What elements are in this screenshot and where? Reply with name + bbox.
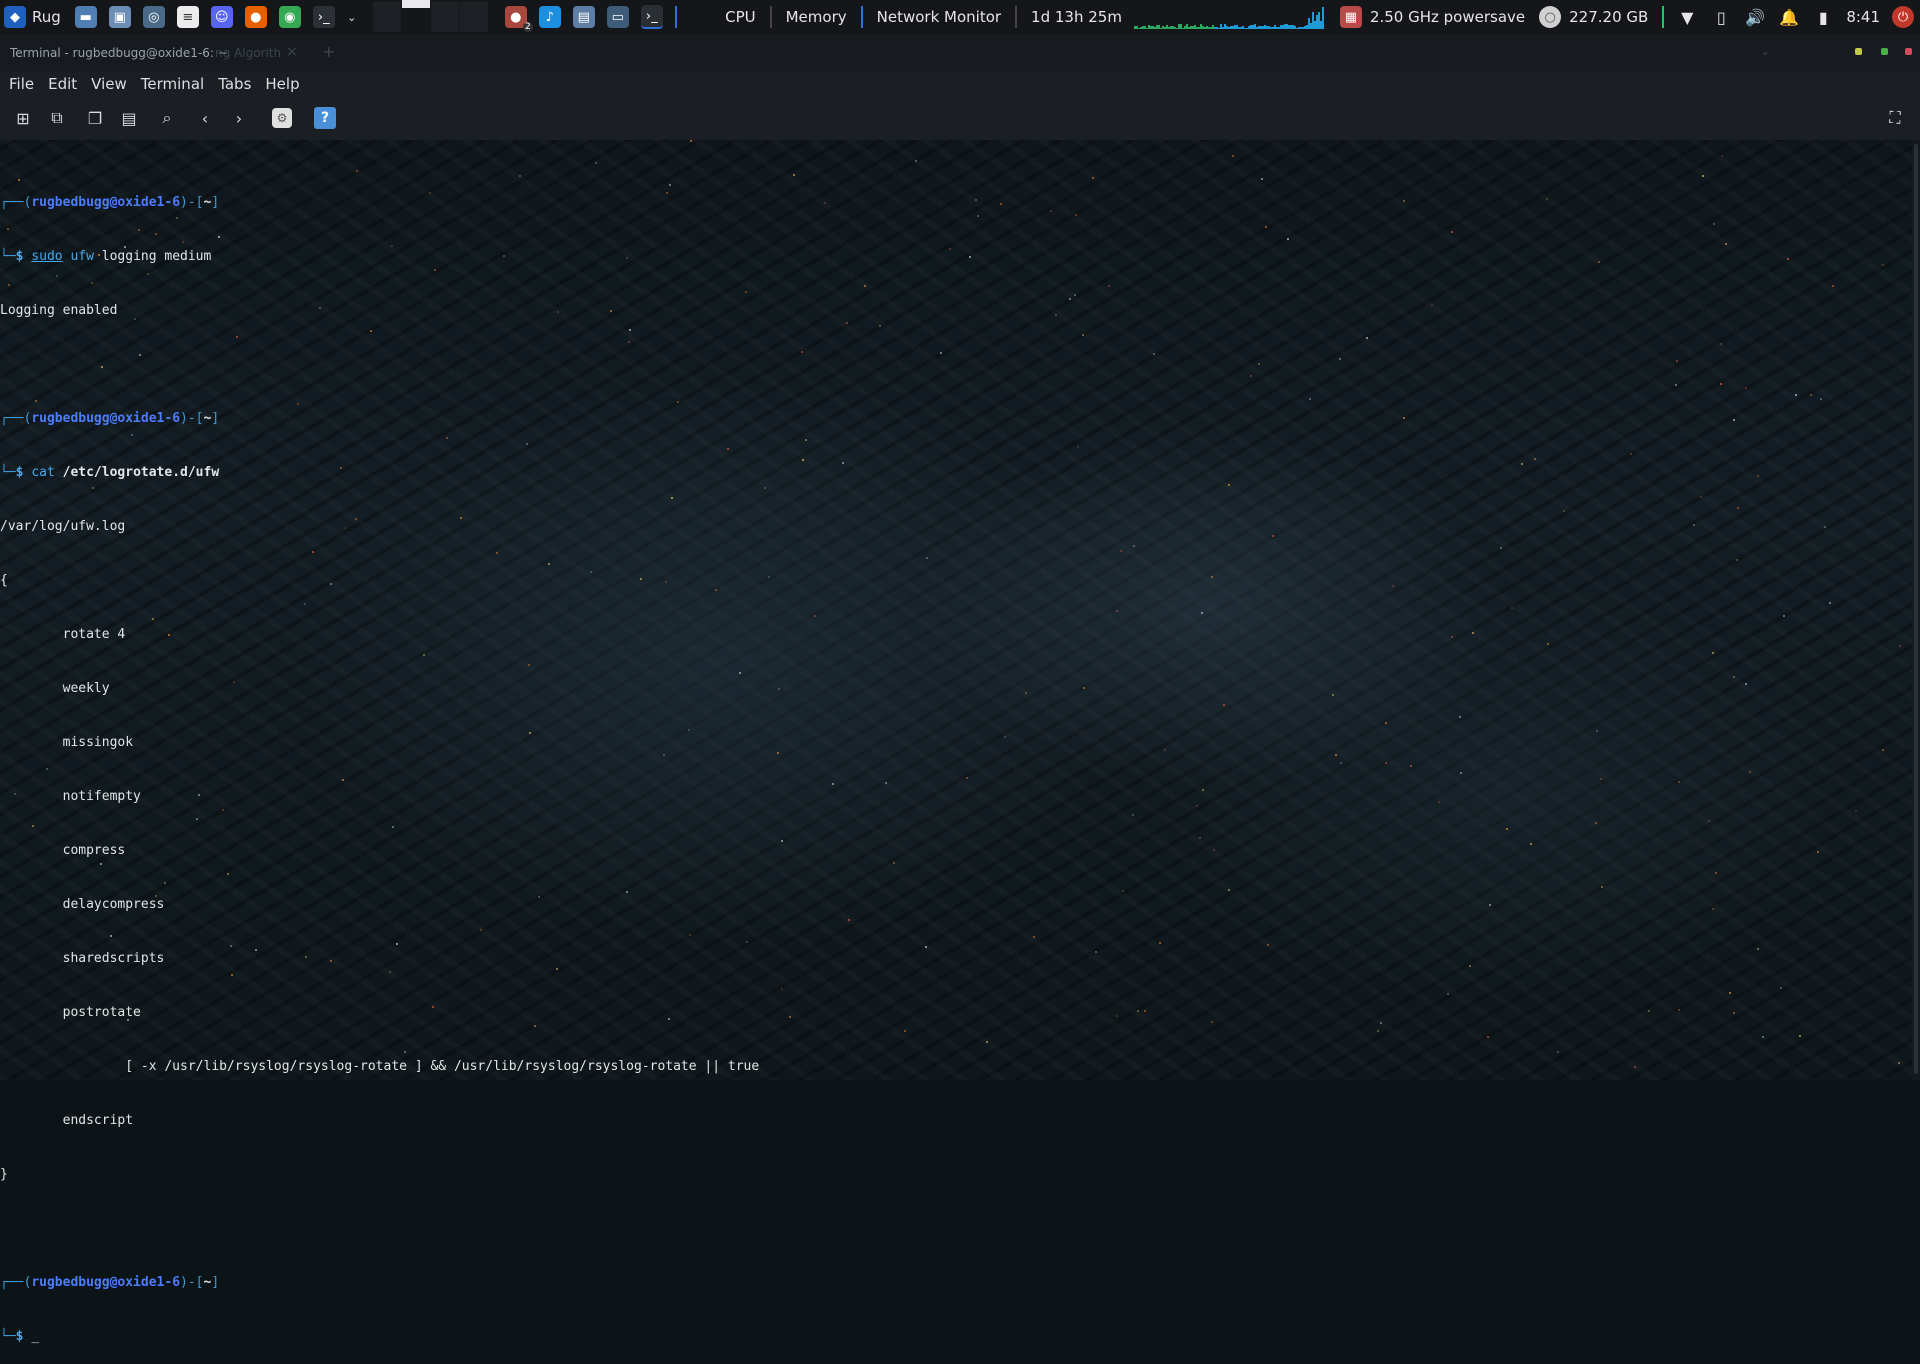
chrome-icon[interactable]: ◉	[278, 6, 301, 28]
folder-icon[interactable]: ▭	[606, 6, 629, 28]
workspace-3[interactable]	[430, 2, 459, 32]
window-title: Terminal - rugbedbugg@oxide1-6: ~	[10, 46, 228, 60]
prompt-line: ┌──(rugbedbugg@oxide1-6)-[~]	[0, 1275, 220, 1290]
prompt-line: ┌──(rugbedbugg@oxide1-6)-[~]	[0, 195, 220, 210]
disk-free-label[interactable]: 227.20 GB	[1569, 8, 1648, 26]
files-icon[interactable]: ▬	[74, 6, 97, 28]
scrollbar-thumb[interactable]	[1914, 144, 1918, 1074]
new-window-icon[interactable]: ⧉	[46, 107, 68, 129]
command-line: └─$ cat /etc/logrotate.d/ufw	[0, 465, 220, 480]
cpu-freq-icon: ▦	[1339, 6, 1362, 28]
output-line: delaycompress	[0, 897, 165, 912]
uptime-label: 1d 13h 25m	[1031, 8, 1122, 26]
chevron-down-icon[interactable]: ⌄	[341, 6, 363, 28]
output-line: }	[0, 1167, 8, 1182]
output-line: compress	[0, 843, 126, 858]
city-light	[1232, 155, 1234, 157]
network-graph	[1133, 3, 1334, 31]
output-line: Logging enabled	[0, 303, 118, 318]
city-light	[1721, 155, 1723, 157]
top-panel: ◆ Rug ▬ ▣ ◎ ≡ ☺ ● ◉ ›_ ⌄ ● 2 ♪ ▤ ▭ ›_ CPU…	[0, 0, 1920, 35]
help-icon[interactable]: ?	[314, 107, 336, 129]
clock[interactable]: 8:41	[1846, 8, 1880, 26]
cpu-freq-label[interactable]: 2.50 GHz powersave	[1370, 8, 1525, 26]
output-line: /var/log/ufw.log	[0, 519, 126, 534]
menu-terminal[interactable]: Terminal	[141, 75, 204, 93]
menu-file[interactable]: File	[9, 75, 34, 93]
output-line: sharedscripts	[0, 951, 165, 966]
clipboard-icon[interactable]: ▯	[1710, 6, 1732, 28]
workspace-switcher[interactable]	[372, 0, 489, 32]
output-line: rotate 4	[0, 627, 126, 642]
terminal-output[interactable]: ┌──(rugbedbugg@oxide1-6)-[~] └─$ sudo uf…	[0, 158, 1900, 1364]
output-line: missingok	[0, 735, 134, 750]
wifi-icon[interactable]: ▼	[1676, 6, 1698, 28]
output-line: {	[0, 573, 8, 588]
disk-bar	[1662, 6, 1665, 28]
scrollbar[interactable]	[1912, 140, 1920, 1080]
window-titlebar[interactable]: Terminal - rugbedbugg@oxide1-6: ~ ng Alg…	[0, 34, 1920, 72]
paste-icon[interactable]: ▤	[118, 107, 140, 129]
taskbar-app-icon[interactable]: ● 2	[504, 6, 533, 32]
memory-bar	[860, 6, 863, 28]
city-light	[690, 140, 692, 142]
bell-icon[interactable]: 🔔	[1778, 6, 1800, 28]
app-menu-icon[interactable]: ◆	[4, 6, 26, 28]
power-icon[interactable]: ⏻	[1892, 6, 1914, 28]
output-line: [ -x /usr/lib/rsyslog/rsyslog-rotate ] &…	[0, 1059, 760, 1074]
close-button[interactable]	[1905, 48, 1912, 55]
fullscreen-icon[interactable]: ⛶	[1884, 107, 1906, 129]
output-line: endscript	[0, 1113, 134, 1128]
background-tab-label: ng Algorith	[215, 46, 282, 60]
input-line[interactable]: └─$ _	[0, 1328, 1900, 1346]
menu-help[interactable]: Help	[265, 75, 299, 93]
terminal-launcher-icon[interactable]: ›_	[312, 6, 335, 28]
notification-badge: 2	[523, 22, 533, 32]
cpu-bar	[769, 6, 772, 28]
menu-view[interactable]: View	[91, 75, 127, 93]
browser-icon[interactable]: ▣	[108, 6, 131, 28]
terminal-taskbar-icon[interactable]: ›_	[640, 5, 663, 29]
prompt-line: ┌──(rugbedbugg@oxide1-6)-[~]	[0, 411, 220, 426]
music-icon[interactable]: ♪	[538, 6, 561, 28]
copy-icon[interactable]: ❐	[84, 107, 106, 129]
screenshot-icon[interactable]: ◎	[142, 6, 165, 28]
battery-icon[interactable]: ▮	[1812, 6, 1834, 28]
app-menu-label[interactable]: Rug	[32, 8, 61, 26]
maximize-button[interactable]	[1881, 48, 1888, 55]
network-bar	[1015, 6, 1018, 28]
notes-icon[interactable]: ≡	[176, 6, 199, 28]
next-icon[interactable]: ›	[228, 107, 250, 129]
close-tab-icon[interactable]: ×	[286, 44, 298, 60]
minimize-button[interactable]	[1855, 48, 1862, 55]
new-tab-icon[interactable]: +	[322, 42, 335, 61]
previous-icon[interactable]: ‹	[194, 107, 216, 129]
document-viewer-icon[interactable]: ▤	[572, 6, 595, 28]
output-line: weekly	[0, 681, 110, 696]
settings-icon[interactable]: ⚙	[272, 108, 292, 128]
menu-tabs[interactable]: Tabs	[218, 75, 251, 93]
disk-icon: ○	[1539, 6, 1562, 28]
new-tab-icon[interactable]: ⊞	[12, 107, 34, 129]
taskbar-separator	[674, 6, 677, 28]
menu-bar: File Edit View Terminal Tabs Help	[0, 72, 1920, 96]
output-line: notifempty	[0, 789, 141, 804]
discord-icon[interactable]: ☺	[210, 6, 233, 28]
command-line: └─$ sudo ufw logging medium	[0, 249, 212, 264]
network-graph-bar	[1321, 6, 1324, 29]
chevron-down-icon[interactable]: ⌄	[1760, 44, 1770, 58]
workspace-1[interactable]	[372, 2, 401, 32]
workspace-4[interactable]	[459, 2, 488, 32]
terminal-toolbar: ⊞ ⧉ ❐ ▤ ⌕ ‹ › ⚙ ? ⛶	[0, 96, 1920, 140]
volume-icon[interactable]: 🔊	[1744, 6, 1766, 28]
network-monitor-label[interactable]: Network Monitor	[877, 8, 1001, 26]
search-icon[interactable]: ⌕	[156, 107, 178, 129]
memory-monitor-label[interactable]: Memory	[786, 8, 847, 26]
cpu-monitor-label[interactable]: CPU	[725, 8, 756, 26]
menu-edit[interactable]: Edit	[48, 75, 77, 93]
firefox-icon[interactable]: ●	[244, 6, 267, 28]
cursor: _	[31, 1329, 40, 1344]
workspace-2[interactable]	[401, 0, 430, 8]
output-line: postrotate	[0, 1005, 141, 1020]
